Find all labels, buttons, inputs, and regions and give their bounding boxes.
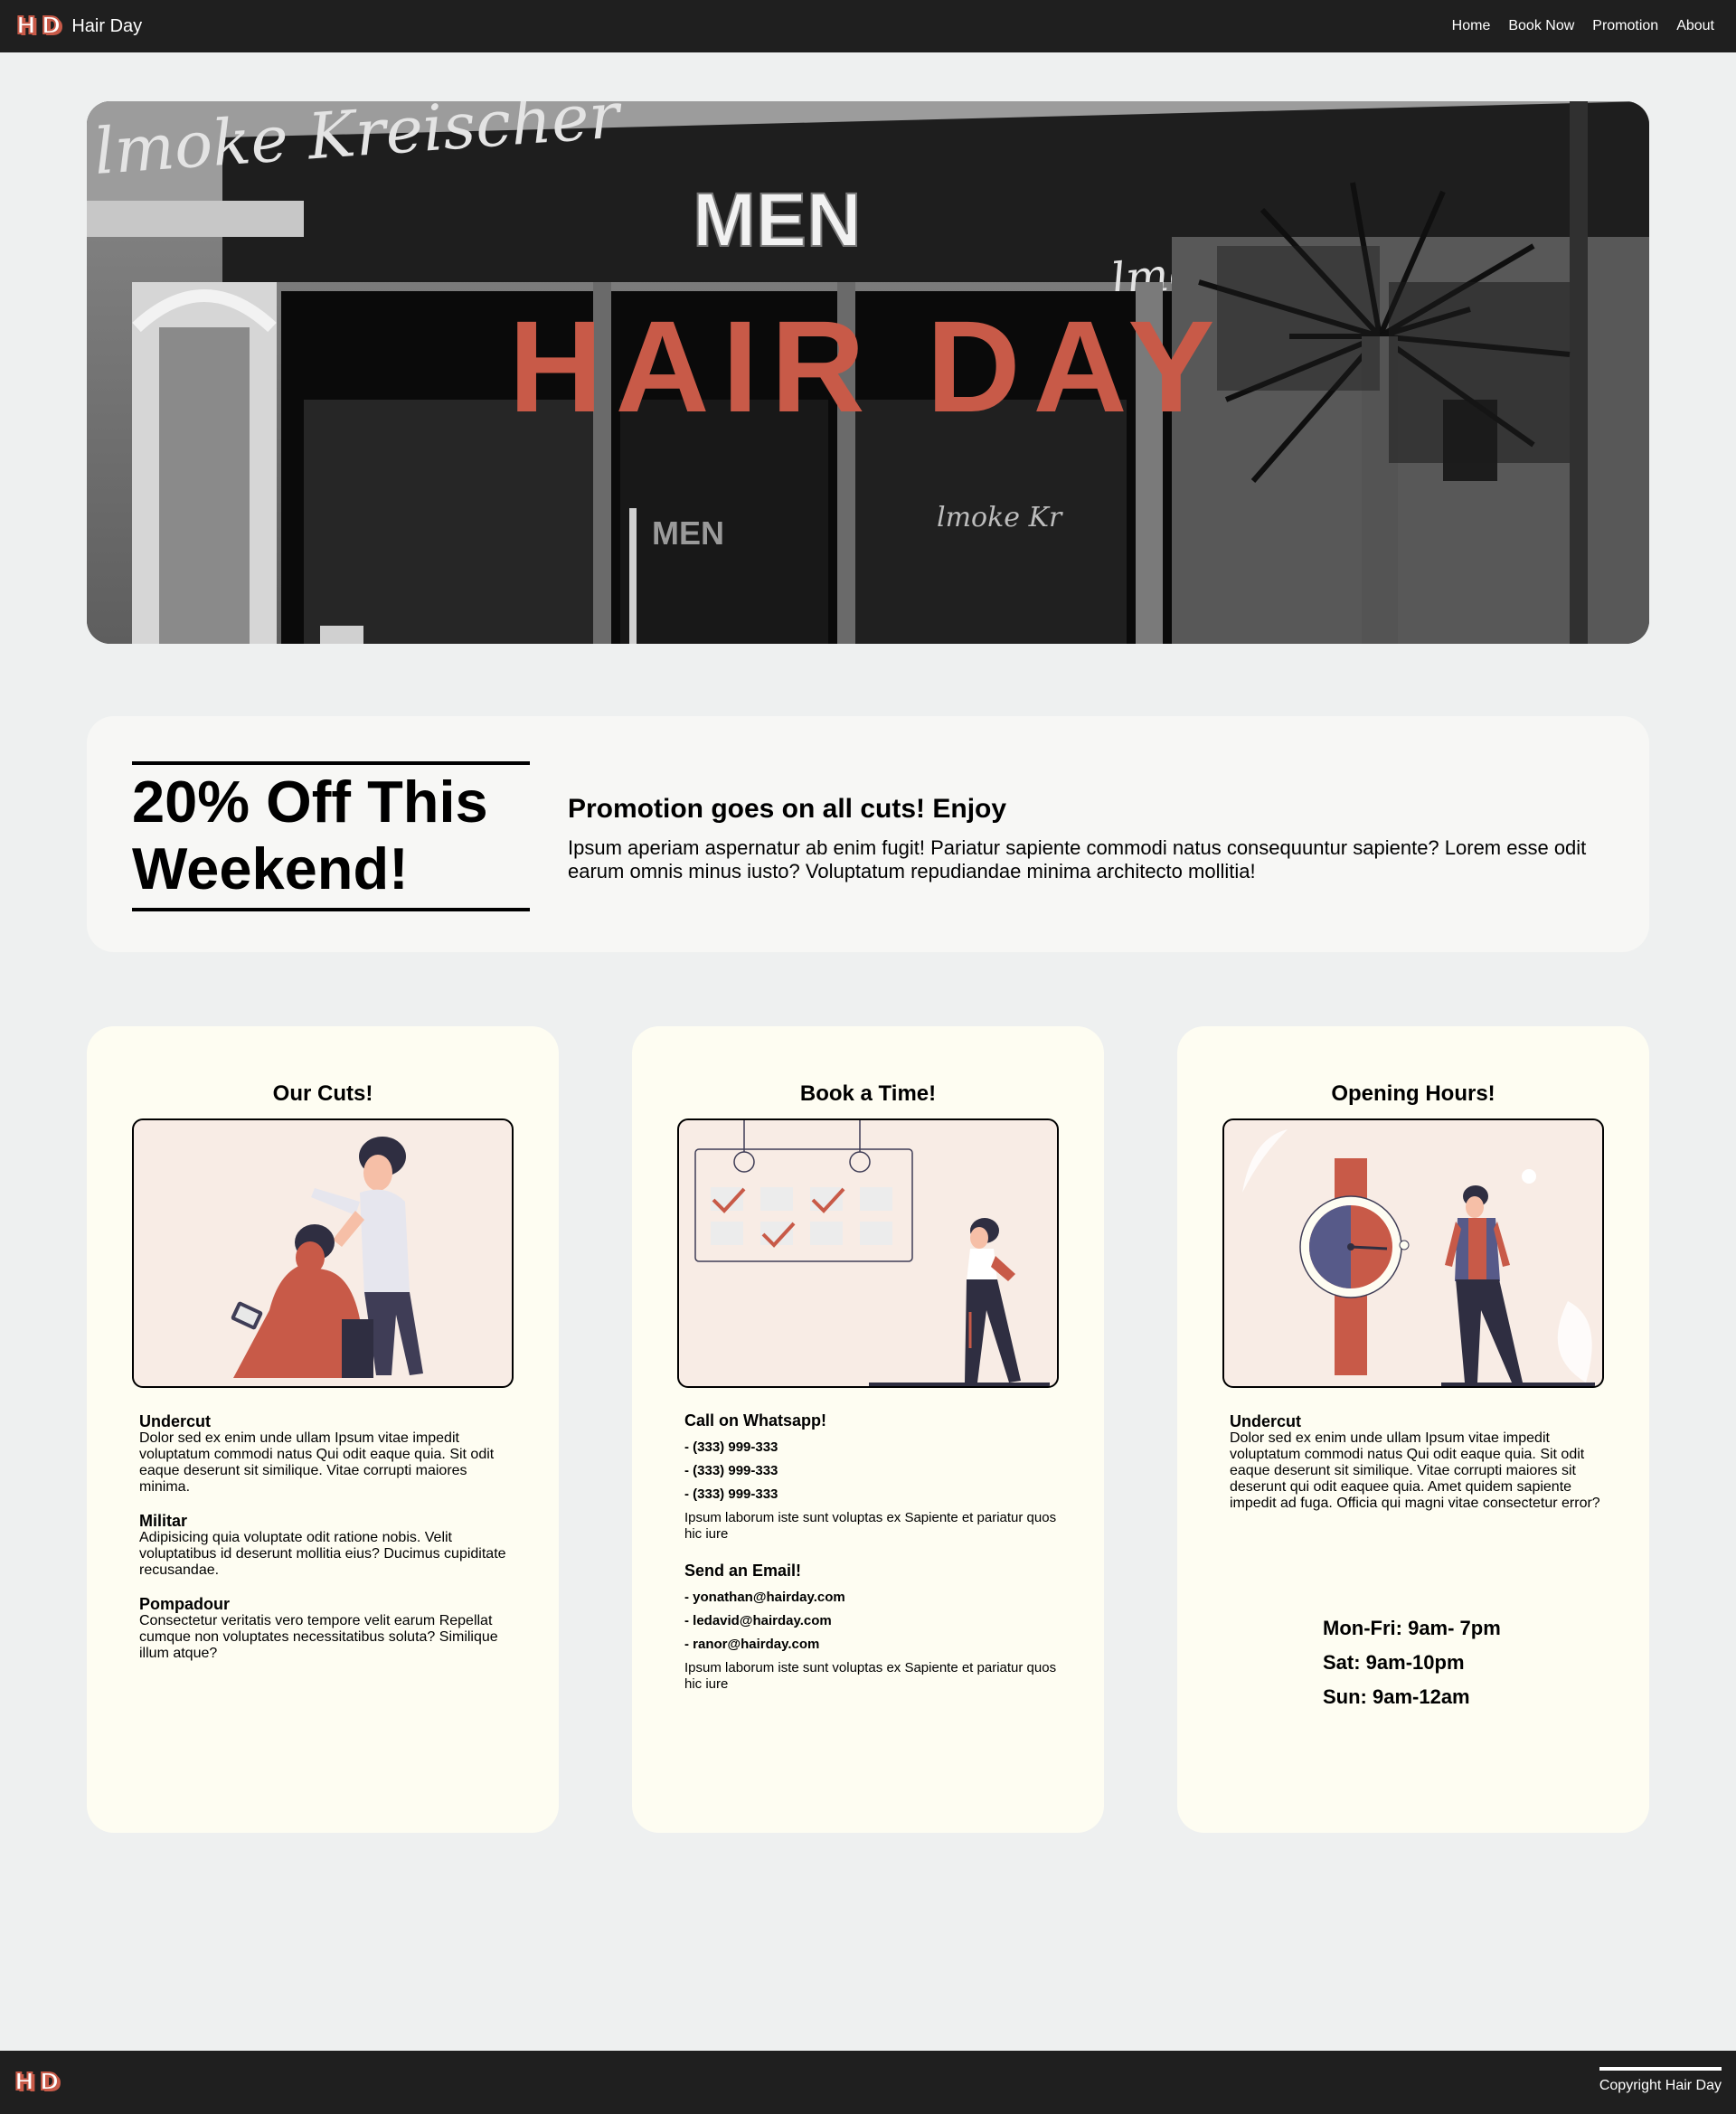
cut-description: Adipisicing quia voluptate odit ratione … [139,1530,506,1578]
opening-schedule: Mon-Fri: 9am- 7pm Sat: 9am-10pm Sun: 9am… [1323,1611,1501,1714]
nav-home[interactable]: Home [1452,18,1491,34]
svg-text:lmoke Kr: lmoke Kr [937,502,1063,533]
brand-name[interactable]: Hair Day [71,16,142,37]
whatsapp-note: Ipsum laborum iste sunt voluptas ex Sapi… [684,1510,1057,1542]
calendar-illustration [677,1118,1059,1388]
phone-number[interactable]: - (333) 999-333 [684,1436,1064,1459]
promotion-section: 20% Off This Weekend! Promotion goes on … [87,716,1649,952]
booking-card-title: Book a Time! [799,1081,937,1106]
whatsapp-title: Call on Whatsapp! [684,1411,826,1430]
email-address[interactable]: - yonathan@hairday.com [684,1586,1064,1609]
hours-item-description: Dolor sed ex enim unde ullam Ipsum vitae… [1230,1430,1600,1511]
top-navbar: H D Hair Day Home Book Now Promotion Abo… [0,0,1736,52]
barber-illustration [132,1118,514,1388]
cut-name: Undercut [139,1412,212,1430]
copyright-text: Copyright Hair Day [1599,2067,1722,2094]
logo-letter-d: D [41,13,63,40]
email-title: Send an Email! [684,1562,802,1580]
promotion-heading: 20% Off This Weekend! [132,761,530,911]
promotion-text: Ipsum aperiam aspernatur ab enim fugit! … [568,836,1587,882]
phone-number[interactable]: - (333) 999-333 [684,1483,1064,1506]
cut-name: Militar [139,1512,188,1530]
footer-logo[interactable]: H D [14,2069,61,2096]
logo-letter-h: H [14,2069,36,2096]
hours-item-name: Undercut [1230,1412,1302,1430]
nav-promotion[interactable]: Promotion [1592,18,1658,34]
logo[interactable]: H D [15,13,63,40]
logo-letter-d: D [39,2069,61,2096]
hero-banner: lmoke Kreischer lmoke Kr MEN MEN lmoke K… [87,101,1649,644]
svg-text:MEN: MEN [652,514,724,552]
main-nav: Home Book Now Promotion About [1452,18,1714,34]
email-address[interactable]: - ranor@hairday.com [684,1633,1064,1656]
logo-letter-h: H [15,13,38,40]
nav-about[interactable]: About [1676,18,1714,34]
men-sign-text: MEN [693,177,862,262]
brand[interactable]: H D Hair Day [15,13,142,40]
booking-card: Book a Time! Call on Whatsapp! - (333) 9… [632,1026,1104,1833]
schedule-weekdays: Mon-Fri: 9am- 7pm [1323,1617,1501,1639]
phone-number[interactable]: - (333) 999-333 [684,1459,1064,1483]
watch-illustration [1222,1118,1604,1388]
nav-book-now[interactable]: Book Now [1508,18,1574,34]
contact-info: Call on Whatsapp! - (333) 999-333 - (333… [684,1412,1064,1713]
footer: H D Copyright Hair Day [0,2051,1736,2114]
schedule-saturday: Sat: 9am-10pm [1323,1651,1465,1674]
cut-name: Pompadour [139,1595,231,1613]
cuts-list: Undercut Dolor sed ex enim unde ullam Ip… [139,1412,519,1678]
email-note: Ipsum laborum iste sunt voluptas ex Sapi… [684,1660,1057,1692]
cut-description: Dolor sed ex enim unde ullam Ipsum vitae… [139,1430,495,1495]
cuts-card-title: Our Cuts! [272,1081,373,1106]
hero-title: HAIR DAY [508,294,1228,439]
hours-info: Undercut Dolor sed ex enim unde ullam Ip… [1230,1412,1609,1528]
schedule-sunday: Sun: 9am-12am [1323,1685,1470,1708]
promotion-subheading: Promotion goes on all cuts! Enjoy [568,794,1007,824]
cut-description: Consectetur veritatis vero tempore velit… [139,1613,498,1661]
hours-card-title: Opening Hours! [1331,1081,1495,1106]
email-address[interactable]: - ledavid@hairday.com [684,1609,1064,1633]
hours-card: Opening Hours! Undercut Dolor sed ex eni… [1177,1026,1649,1833]
cuts-card: Our Cuts! Undercut Dolor sed ex enim und… [87,1026,559,1833]
